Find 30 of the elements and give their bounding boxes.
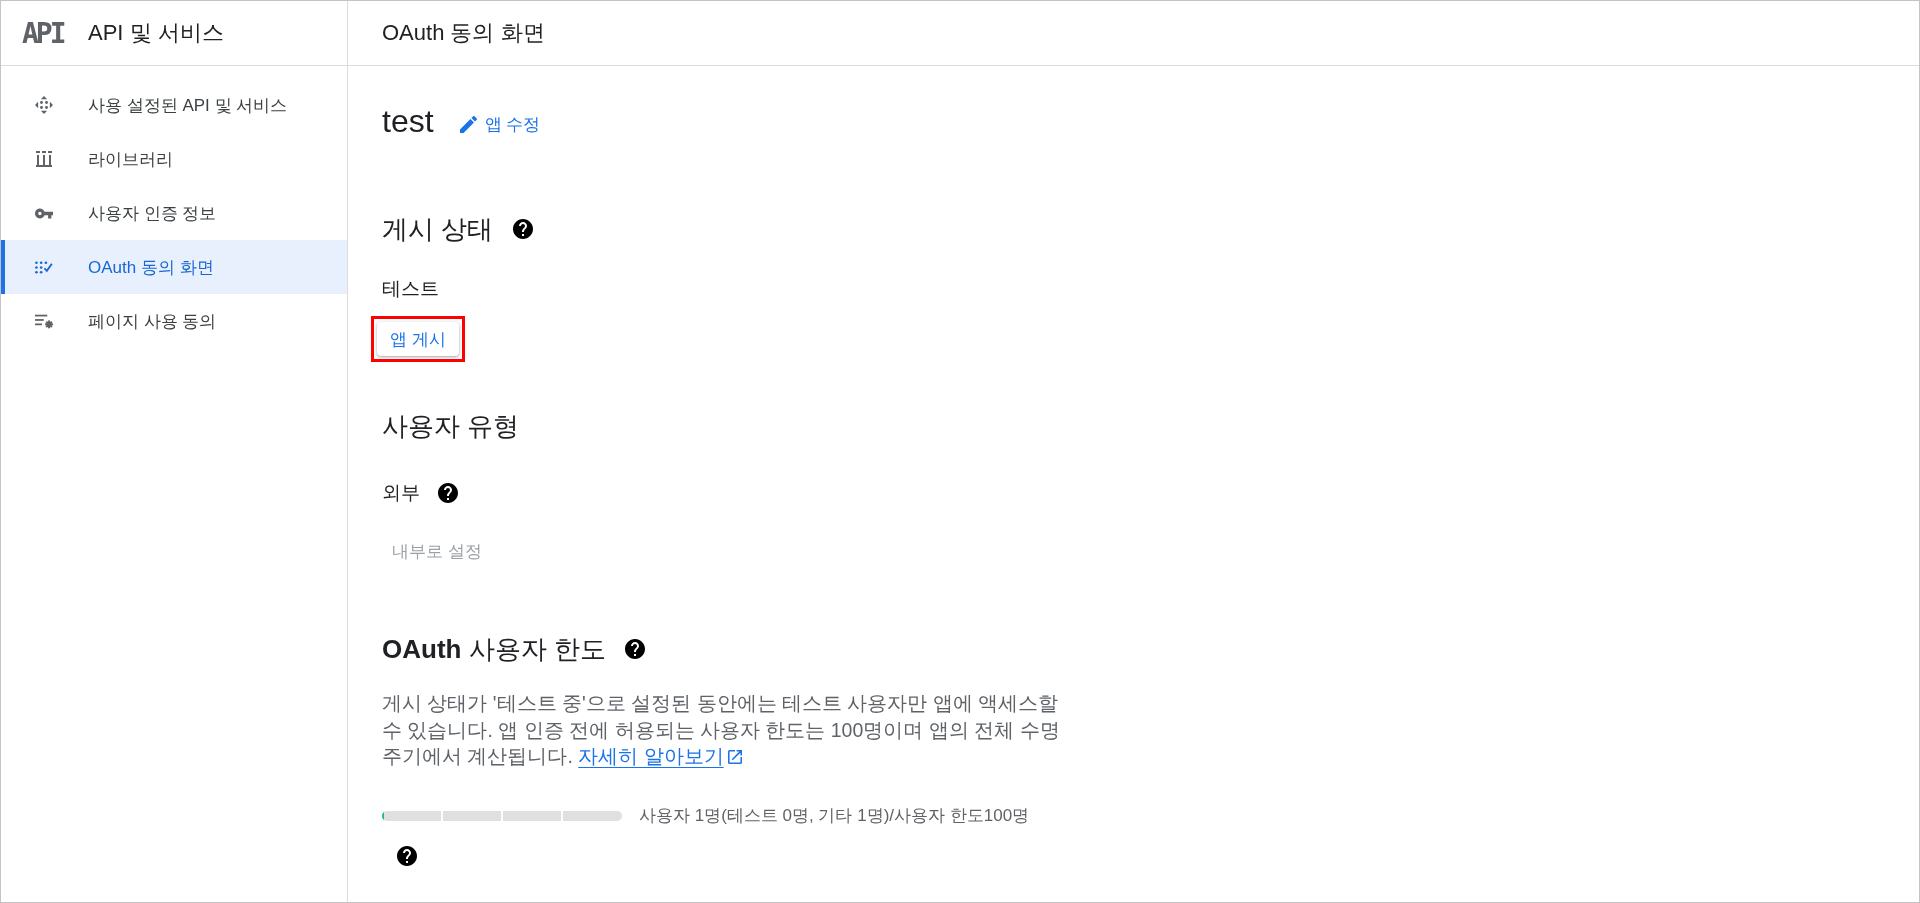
- pencil-icon: [459, 115, 477, 133]
- product-title: API 및 서비스: [88, 19, 224, 47]
- section-heading: 사용자 유형: [382, 410, 520, 442]
- list-gear-icon: [35, 313, 53, 329]
- help-icon[interactable]: [513, 219, 534, 239]
- product-logo: API: [22, 16, 66, 50]
- nav-item[interactable]: 사용 설정된 API 및 서비스: [1, 78, 347, 132]
- dotted-check-icon: [35, 260, 53, 274]
- help-icon[interactable]: [624, 639, 645, 659]
- help-icon[interactable]: [438, 483, 458, 503]
- nav-item[interactable]: 라이브러리: [1, 132, 347, 186]
- description-text: 게시 상태가 '테스트 중'으로 설정된 동안에는 테스트 사용자만 앱에 액세스할 수 있습니다. 앱 인증 전에 허용되는 사용자 한도는 100명이며 앱의 전체 수명 주기에서 계산됩니다. 자세히 알아보기: [382, 691, 1061, 769]
- usage-reading: 사용자 1명(테스트 0명, 기타 1명)/사용자 한도100명: [639, 804, 1030, 827]
- key-icon: [35, 207, 53, 219]
- external-link-icon: [727, 750, 742, 764]
- publishing-status-text: 테스트: [382, 277, 439, 301]
- app-name: test: [382, 102, 434, 141]
- section-heading: 게시 상태: [382, 213, 494, 245]
- edit-app-link[interactable]: 앱 수정: [459, 112, 541, 136]
- columns-icon: [36, 151, 52, 167]
- section-heading: OAuth 사용자 한도: [382, 633, 606, 665]
- publish-app-button[interactable]: 앱 게시: [377, 322, 459, 356]
- nav-item[interactable]: 사용자 인증 정보: [1, 186, 347, 240]
- nav-item[interactable]: 페이지 사용 동의: [1, 294, 347, 348]
- user-type-text: 외부: [382, 481, 420, 505]
- page-title: OAuth 동의 화면: [382, 19, 545, 47]
- diamond-arrows-icon: [35, 96, 53, 114]
- nav-item[interactable]: OAuth 동의 화면: [1, 240, 347, 294]
- help-icon[interactable]: [397, 845, 417, 866]
- learn-more-link[interactable]: 자세히 알아보기: [578, 745, 742, 767]
